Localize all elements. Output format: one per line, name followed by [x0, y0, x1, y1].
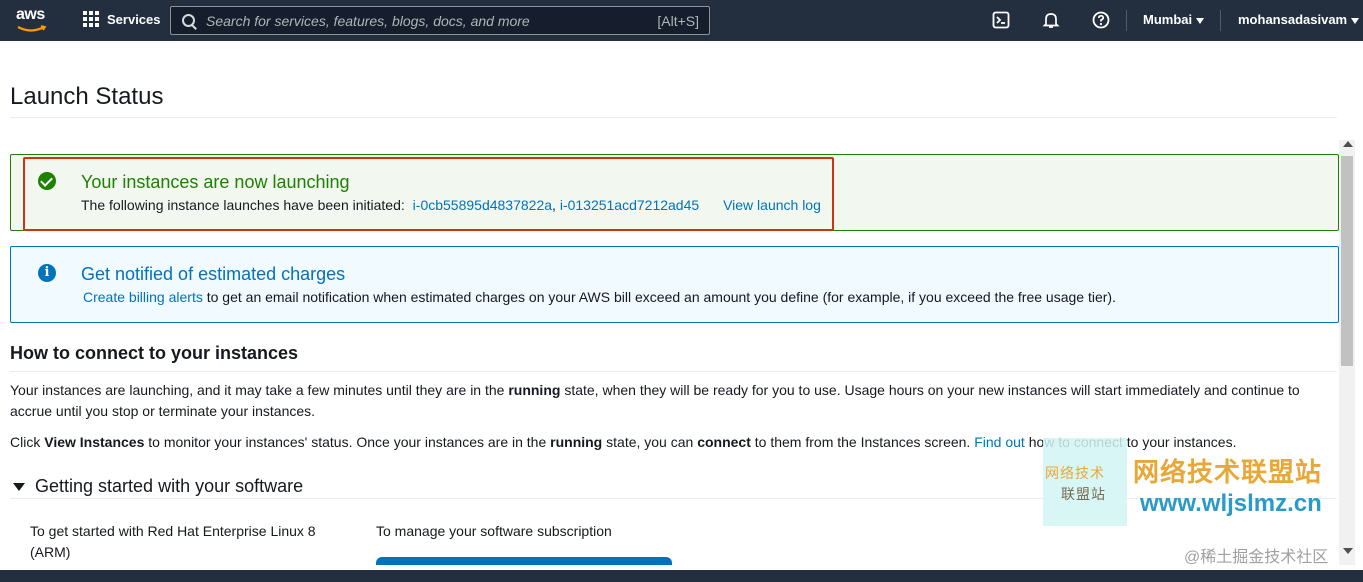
aws-logo-text: aws — [16, 6, 45, 23]
find-out-link[interactable]: Find out — [974, 434, 1025, 450]
help-icon[interactable] — [1092, 11, 1110, 29]
info-text: to get an email notification when estima… — [206, 289, 1116, 305]
divider — [10, 371, 1337, 372]
success-text: The following instance launches have bee… — [81, 197, 405, 213]
divider — [10, 117, 1337, 118]
instance-link-1[interactable]: i-0cb55895d4837822a — [413, 197, 552, 213]
subscription-text: To manage your software subscription — [376, 523, 612, 539]
chevron-down-icon — [1196, 17, 1205, 24]
getting-started-text: To get started with Red Hat Enterprise L… — [30, 523, 316, 560]
watermark-logo-text-2: 联盟站 — [1061, 486, 1106, 502]
instance-separator: , — [552, 197, 556, 213]
nav-separator — [1220, 10, 1221, 31]
divider — [10, 498, 1337, 499]
search-input[interactable] — [197, 12, 658, 29]
scrollbar-thumb[interactable] — [1341, 156, 1353, 366]
watermark-credit: @稀土掘金技术社区 — [1184, 549, 1329, 566]
scroll-down-icon[interactable] — [1343, 548, 1353, 554]
watermark-logo-text-1: 网络技术 — [1045, 465, 1105, 481]
success-message: The following instance launches have bee… — [81, 197, 821, 213]
caret-down-icon — [13, 482, 25, 491]
chevron-down-icon — [1351, 17, 1360, 24]
view-launch-log-link[interactable]: View launch log — [723, 197, 821, 213]
search-icon — [181, 13, 197, 29]
region-label: Mumbai — [1143, 12, 1193, 27]
connect-paragraph-2: Click View Instances to monitor your ins… — [10, 434, 1237, 450]
watermark-title: 网络技术联盟站 — [1133, 457, 1323, 487]
manage-subscription-button[interactable] — [376, 557, 672, 565]
top-nav: aws Services [Alt+S] Mumbai mohansadasiv… — [0, 0, 1363, 41]
aws-logo[interactable]: aws — [16, 6, 52, 34]
check-circle-icon — [38, 172, 56, 190]
region-menu[interactable]: Mumbai — [1143, 12, 1205, 27]
footer-bar — [0, 570, 1363, 582]
connect-paragraph-1: Your instances are launching, and it may… — [10, 382, 1300, 419]
account-label: mohansadasivam — [1238, 12, 1348, 27]
nav-separator — [1126, 10, 1127, 31]
services-menu-button[interactable]: Services — [83, 11, 161, 27]
grid-icon — [83, 11, 99, 27]
page-title: Launch Status — [10, 83, 164, 110]
watermark-url: www.wljslmz.cn — [1140, 490, 1322, 517]
services-label: Services — [107, 11, 161, 27]
search-shortcut: [Alt+S] — [657, 12, 699, 29]
create-billing-alerts-link[interactable]: Create billing alerts — [83, 289, 203, 305]
instance-link-2[interactable]: i-013251acd7212ad45 — [560, 197, 699, 213]
scroll-up-icon[interactable] — [1343, 141, 1353, 147]
info-icon: i — [38, 264, 56, 282]
account-menu[interactable]: mohansadasivam — [1238, 12, 1360, 27]
bell-icon[interactable] — [1042, 11, 1060, 29]
info-title: Get notified of estimated charges — [81, 264, 346, 284]
success-title: Your instances are now launching — [81, 172, 350, 192]
connect-heading: How to connect to your instances — [10, 343, 299, 363]
aws-smile-icon — [17, 25, 47, 32]
getting-started-expander[interactable]: Getting started with your software — [13, 476, 303, 497]
getting-started-heading: Getting started with your software — [35, 476, 304, 496]
search-box[interactable]: [Alt+S] — [170, 6, 710, 35]
cloudshell-icon[interactable] — [992, 11, 1010, 29]
info-message: Create billing alerts to get an email no… — [83, 289, 1116, 305]
